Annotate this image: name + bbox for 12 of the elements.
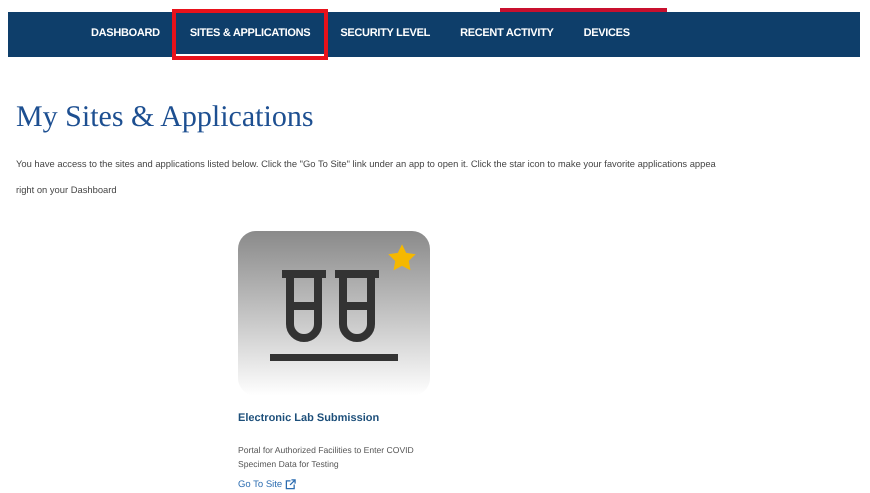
- go-to-site-link[interactable]: Go To Site: [238, 478, 296, 492]
- page-description: You have access to the sites and applications listed below. Click the "Go To Site" link under an app to open it. Click the star icon to make your favorite applications appea right on your Dashboard: [16, 157, 717, 197]
- nav-tab[interactable]: DEVICES: [568, 12, 645, 57]
- external-link-icon: [285, 479, 296, 490]
- page-title: My Sites & Applications: [16, 99, 315, 135]
- nav-tab[interactable]: RECENT ACTIVITY: [445, 12, 569, 57]
- nav-tab[interactable]: SITES & APPLICATIONS: [174, 12, 326, 57]
- nav-tab[interactable]: SECURITY LEVEL: [325, 12, 446, 57]
- app-description: Portal for Authorized Facilities to Enter COVID Specimen Data for Testing: [238, 444, 415, 470]
- nav-tab[interactable]: DASHBOARD: [76, 12, 175, 57]
- app-name: Electronic Lab Submission: [238, 411, 380, 426]
- star-icon[interactable]: [386, 243, 418, 273]
